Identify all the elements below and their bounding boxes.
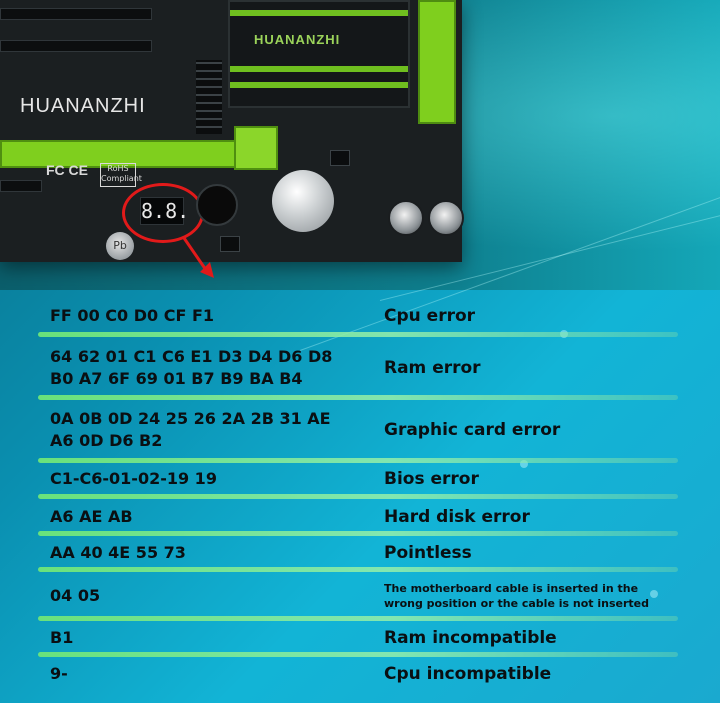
table-row: 9- Cpu incompatible — [0, 658, 720, 690]
error-description: Hard disk error — [384, 507, 530, 527]
error-code: FF 00 C0 D0 CF F1 — [50, 306, 214, 325]
row-separator — [38, 332, 678, 337]
table-row: FF 00 C0 D0 CF F1 Cpu error — [0, 298, 720, 334]
error-code: 04 05 — [50, 586, 101, 605]
error-code: B1 — [50, 628, 74, 647]
error-description: Cpu incompatible — [384, 664, 552, 684]
error-description: Bios error — [384, 469, 479, 489]
table-row: 0A 0B 0D 24 25 26 2A 2B 31 AE A6 0D D6 B… — [0, 402, 720, 458]
pointer-arrow — [182, 237, 214, 278]
error-description: Graphic card error — [384, 420, 561, 440]
error-code: A6 AE AB — [50, 507, 133, 526]
error-description: Ram incompatible — [384, 628, 557, 648]
error-code: 64 62 01 C1 C6 E1 D3 D4 D6 D8 B0 A7 6F 6… — [50, 347, 333, 388]
error-code: AA 40 4E 55 73 — [50, 543, 186, 562]
row-separator — [38, 494, 678, 499]
table-row: B1 Ram incompatible — [0, 622, 720, 654]
table-row: A6 AE AB Hard disk error — [0, 500, 720, 534]
table-row: 64 62 01 C1 C6 E1 D3 D4 D6 D8 B0 A7 6F 6… — [0, 340, 720, 396]
arrow-line — [182, 237, 208, 271]
error-description: Cpu error — [384, 306, 476, 326]
motherboard-photo: HUANANZHI HUANANZHI FC CE RoHS Compliant… — [0, 0, 720, 290]
table-row: AA 40 4E 55 73 Pointless — [0, 536, 720, 570]
row-separator — [38, 652, 678, 657]
table-row: 04 05 The motherboard cable is inserted … — [0, 574, 720, 618]
row-separator — [38, 616, 678, 621]
table-row: C1-C6-01-02-19 19 Bios error — [0, 462, 720, 496]
error-description: Pointless — [384, 543, 472, 563]
error-code: 0A 0B 0D 24 25 26 2A 2B 31 AE A6 0D D6 B… — [50, 409, 331, 450]
error-code: C1-C6-01-02-19 19 — [50, 469, 217, 488]
row-separator — [38, 395, 678, 400]
row-separator — [38, 567, 678, 572]
error-description: The motherboard cable is inserted in the… — [384, 582, 649, 610]
error-code-table: FF 00 C0 D0 CF F1 Cpu error 64 62 01 C1 … — [0, 185, 720, 703]
error-code: 9- — [50, 664, 68, 683]
error-description: Ram error — [384, 358, 481, 378]
